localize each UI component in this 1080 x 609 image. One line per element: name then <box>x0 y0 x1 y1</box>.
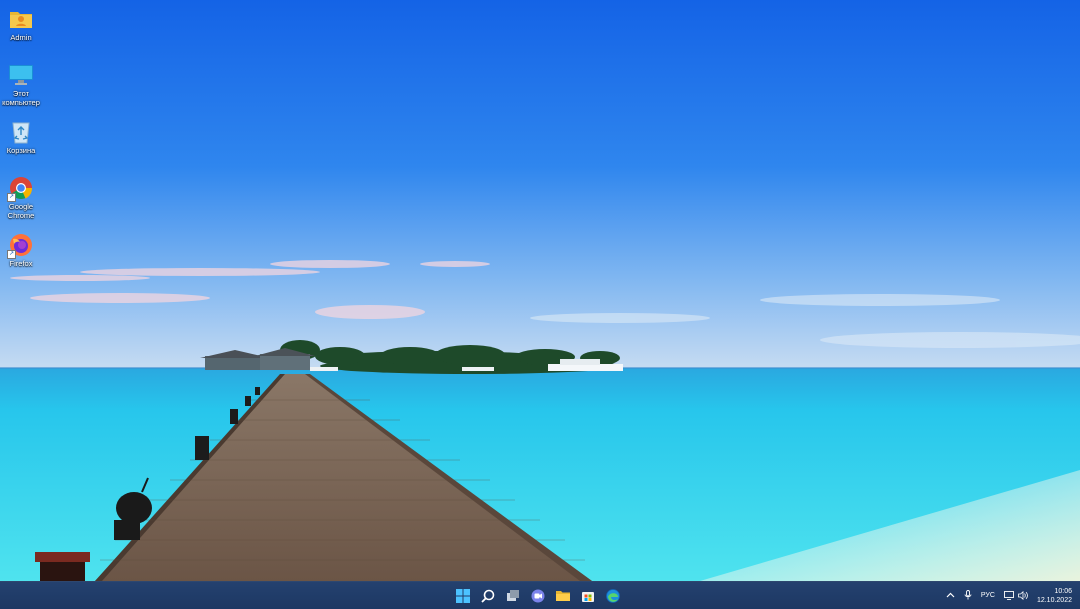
task-view-button[interactable] <box>504 587 522 605</box>
edge-icon <box>606 588 620 603</box>
file-explorer-icon <box>556 590 570 601</box>
shortcut-arrow-icon: ↗ <box>7 250 16 259</box>
desktop-icon-google-chrome[interactable]: ↗ Google Chrome <box>0 175 42 220</box>
desktop-icon-label: Корзина <box>6 146 36 155</box>
clock-time: 10:06 <box>1054 587 1072 595</box>
desktop-icon-label: Этот компьютер <box>2 89 40 107</box>
volume-icon <box>1018 591 1028 600</box>
desktop-icon-recycle-bin[interactable]: Корзина <box>0 119 42 156</box>
desktop-icon-label: Google Chrome <box>7 202 35 220</box>
clock[interactable]: 10:06 12.10.2022 <box>1037 587 1072 605</box>
show-hidden-icons-button[interactable] <box>946 587 955 605</box>
microphone-button[interactable] <box>964 587 972 605</box>
edge-button[interactable] <box>604 587 622 605</box>
desktop-icon-admin[interactable]: Admin <box>0 6 42 43</box>
chat-button[interactable] <box>529 587 547 605</box>
network-icon <box>1004 591 1014 600</box>
search-button[interactable] <box>479 587 497 605</box>
desktop-icon-this-pc[interactable]: Этот компьютер <box>0 62 42 107</box>
file-explorer-button[interactable] <box>554 587 572 605</box>
search-icon <box>481 589 495 603</box>
user-folder-icon <box>8 6 34 32</box>
desktop-icon-label: Firefox <box>9 259 33 268</box>
store-icon <box>582 591 594 602</box>
taskbar-apps <box>454 582 622 609</box>
clock-date: 12.10.2022 <box>1036 596 1072 604</box>
firefox-icon: ↗ <box>7 232 34 259</box>
start-button[interactable] <box>454 587 472 605</box>
shortcut-arrow-icon: ↗ <box>7 193 16 202</box>
chrome-icon: ↗ <box>7 175 34 202</box>
chevron-up-icon <box>946 592 955 597</box>
start-icon <box>456 588 470 603</box>
microphone-icon <box>964 589 972 599</box>
language-indicator[interactable]: РУС <box>981 592 995 599</box>
recycle-bin-icon <box>8 119 34 145</box>
task-view-icon <box>507 589 519 601</box>
system-tray: РУС 10:06 12.10.2022 <box>946 582 1072 609</box>
monitor-icon <box>8 62 34 88</box>
store-button[interactable] <box>579 587 597 605</box>
desktop-icon-label: Admin <box>10 33 32 42</box>
network-volume-button[interactable] <box>1004 591 1028 600</box>
desktop-icon-firefox[interactable]: ↗ Firefox <box>0 232 42 269</box>
taskbar: РУС 10:06 12.10.2022 <box>0 581 1080 609</box>
desktop-wallpaper <box>0 0 1080 581</box>
chat-icon <box>531 589 545 602</box>
